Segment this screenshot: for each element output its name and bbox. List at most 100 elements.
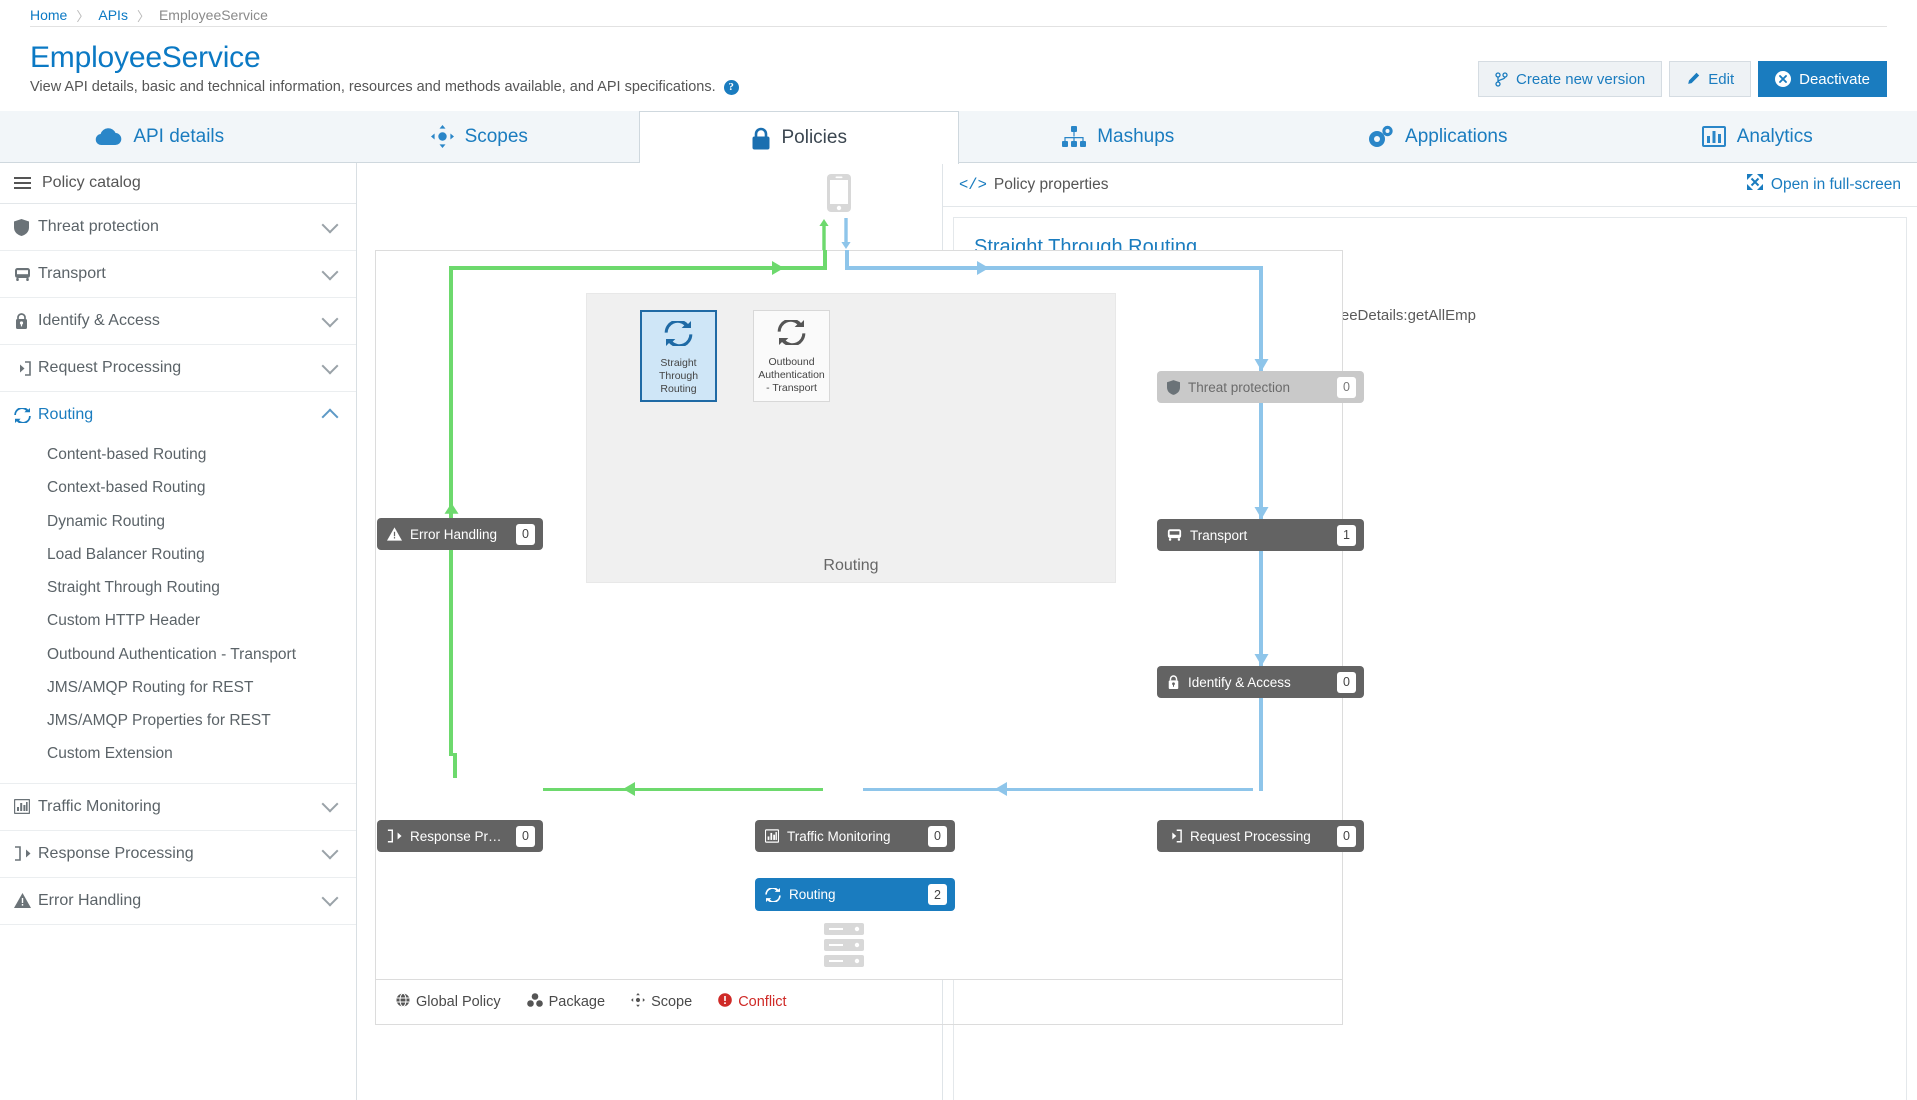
breadcrumb-home[interactable]: Home xyxy=(30,7,67,23)
catalog-item-load-balancer-routing[interactable]: Load Balancer Routing xyxy=(14,538,342,571)
tab-api-details[interactable]: API details xyxy=(0,111,320,162)
help-icon[interactable]: ? xyxy=(723,79,739,95)
catalog-item-dynamic-routing[interactable]: Dynamic Routing xyxy=(14,505,342,538)
node-count: 0 xyxy=(1337,671,1356,693)
chevron-down-icon xyxy=(321,795,339,813)
policy-card-outbound-authentication-transport[interactable]: Outbound Authentication - Transport xyxy=(753,310,830,402)
node-routing[interactable]: Routing 2 xyxy=(755,878,955,911)
refresh-icon xyxy=(765,887,781,902)
legend-global-policy: Global Policy xyxy=(396,993,501,1011)
open-in-full-screen-button[interactable]: Open in full-screen xyxy=(1746,174,1901,195)
refresh-icon xyxy=(14,407,38,423)
tab-policies[interactable]: Policies xyxy=(639,111,959,164)
chevron-down-icon xyxy=(321,216,339,233)
catalog-row-threat-protection[interactable]: Threat protection xyxy=(14,204,342,250)
routing-stage-label: Routing xyxy=(823,557,879,574)
catalog-item-custom-http-header[interactable]: Custom HTTP Header xyxy=(14,604,342,637)
catalog-item-jms-amqp-properties-for-rest[interactable]: JMS/AMQP Properties for REST xyxy=(14,704,342,737)
create-new-version-button[interactable]: Create new version xyxy=(1478,61,1663,97)
node-label: Transport xyxy=(1190,527,1248,543)
tab-applications[interactable]: Applications xyxy=(1278,111,1598,162)
chevron-down-icon xyxy=(321,263,339,280)
node-label: Identify & Access xyxy=(1188,674,1291,690)
cloud-icon xyxy=(95,127,122,146)
bus-icon xyxy=(1167,528,1182,542)
catalog-item-content-based-routing[interactable]: Content-based Routing xyxy=(14,438,342,471)
node-transport[interactable]: Transport 1 xyxy=(1157,519,1364,551)
legend-label: Scope xyxy=(651,994,693,1010)
pencil-icon xyxy=(1686,72,1700,86)
node-label: Threat protection xyxy=(1188,379,1291,395)
tab-applications-label: Applications xyxy=(1405,125,1508,147)
chevron-up-icon xyxy=(321,408,339,426)
catalog-item-jms-amqp-routing-for-rest[interactable]: JMS/AMQP Routing for REST xyxy=(14,671,342,704)
catalog-group-transport: Transport xyxy=(0,251,356,298)
node-traffic-monitoring[interactable]: Traffic Monitoring 0 xyxy=(755,820,955,852)
tab-policies-label: Policies xyxy=(781,127,847,148)
node-count: 0 xyxy=(1337,825,1356,847)
catalog-children-routing: Content-based Routing Context-based Rout… xyxy=(14,438,342,783)
catalog-row-transport[interactable]: Transport xyxy=(14,251,342,297)
catalog-item-custom-extension[interactable]: Custom Extension xyxy=(14,737,342,770)
globe-icon xyxy=(396,993,410,1011)
node-response-processing[interactable]: Response Processi... 0 xyxy=(377,820,543,852)
bars-icon xyxy=(765,829,779,843)
catalog-row-identify-access[interactable]: Identify & Access xyxy=(14,298,342,344)
catalog-label-transport: Transport xyxy=(38,265,106,282)
breadcrumb-apis[interactable]: APIs xyxy=(98,7,128,23)
catalog-item-outbound-authentication-transport[interactable]: Outbound Authentication - Transport xyxy=(14,638,342,671)
catalog-group-traffic-monitoring: Traffic Monitoring xyxy=(0,784,356,831)
catalog-row-response-processing[interactable]: Response Processing xyxy=(14,831,342,877)
canvas-legend: Global Policy Package Scope Conflict xyxy=(375,980,1343,1025)
flow-arrowhead-green-right xyxy=(772,261,786,280)
tab-mashups-label: Mashups xyxy=(1097,125,1175,147)
node-error-handling[interactable]: Error Handling 0 xyxy=(377,518,543,550)
page-body: Policy catalog Threat protection Transpo… xyxy=(0,163,1917,1100)
node-count: 0 xyxy=(516,523,535,545)
catalog-row-routing[interactable]: Routing xyxy=(14,392,342,438)
legend-label: Global Policy xyxy=(416,994,501,1010)
edit-button[interactable]: Edit xyxy=(1669,61,1752,97)
node-threat-protection[interactable]: Threat protection 0 xyxy=(1157,371,1364,403)
catalog-item-context-based-routing[interactable]: Context-based Routing xyxy=(14,471,342,504)
catalog-label-traffic-monitoring: Traffic Monitoring xyxy=(38,797,161,815)
deactivate-button[interactable]: Deactivate xyxy=(1758,61,1887,97)
tab-scopes[interactable]: Scopes xyxy=(320,111,640,162)
arrow-in-icon xyxy=(1167,829,1182,843)
chevron-down-icon xyxy=(321,310,339,327)
arrow-out-icon xyxy=(14,846,38,861)
policy-card-straight-through-routing[interactable]: Straight Through Routing xyxy=(640,310,717,402)
arrow-out-icon xyxy=(387,829,402,843)
alert-icon xyxy=(718,993,732,1011)
code-icon: </> xyxy=(959,175,987,194)
flow-arrowhead-blue-left xyxy=(995,782,1009,801)
policy-catalog-header: Policy catalog xyxy=(0,163,356,204)
policy-properties-header: </> Policy properties Open in full-screen xyxy=(943,163,1917,207)
hamburger-icon[interactable] xyxy=(14,174,31,192)
catalog-item-straight-through-routing[interactable]: Straight Through Routing xyxy=(14,571,342,604)
breadcrumb: Home 〉 APIs 〉 EmployeeService xyxy=(0,0,1917,26)
node-count: 2 xyxy=(928,884,947,905)
legend-conflict: Conflict xyxy=(718,993,787,1011)
node-label: Request Processing xyxy=(1190,828,1311,844)
node-identify-access[interactable]: Identify & Access 0 xyxy=(1157,666,1364,698)
catalog-row-traffic-monitoring[interactable]: Traffic Monitoring xyxy=(14,784,342,830)
catalog-row-error-handling[interactable]: Error Handling xyxy=(14,878,342,924)
node-label: Response Processi... xyxy=(410,828,508,844)
node-request-processing[interactable]: Request Processing 0 xyxy=(1157,820,1364,852)
bars-icon xyxy=(14,799,38,814)
catalog-group-response-processing: Response Processing xyxy=(0,831,356,878)
open-in-full-screen-label: Open in full-screen xyxy=(1770,175,1901,193)
tab-analytics[interactable]: Analytics xyxy=(1598,111,1917,162)
lock-body-icon xyxy=(1167,674,1180,690)
flow-line-green-lower-left xyxy=(453,753,457,778)
catalog-group-routing: Routing Content-based Routing Context-ba… xyxy=(0,392,356,784)
policy-canvas: Routing Straight Through Routing Outboun… xyxy=(357,163,1364,1100)
shield-icon xyxy=(14,218,38,236)
policy-catalog-title: Policy catalog xyxy=(42,174,141,191)
page-header: EmployeeService View API details, basic … xyxy=(0,27,1917,111)
tab-analytics-label: Analytics xyxy=(1736,125,1813,147)
catalog-row-request-processing[interactable]: Request Processing xyxy=(14,345,342,391)
tab-mashups[interactable]: Mashups xyxy=(959,111,1279,162)
legend-scope: Scope xyxy=(631,993,692,1011)
